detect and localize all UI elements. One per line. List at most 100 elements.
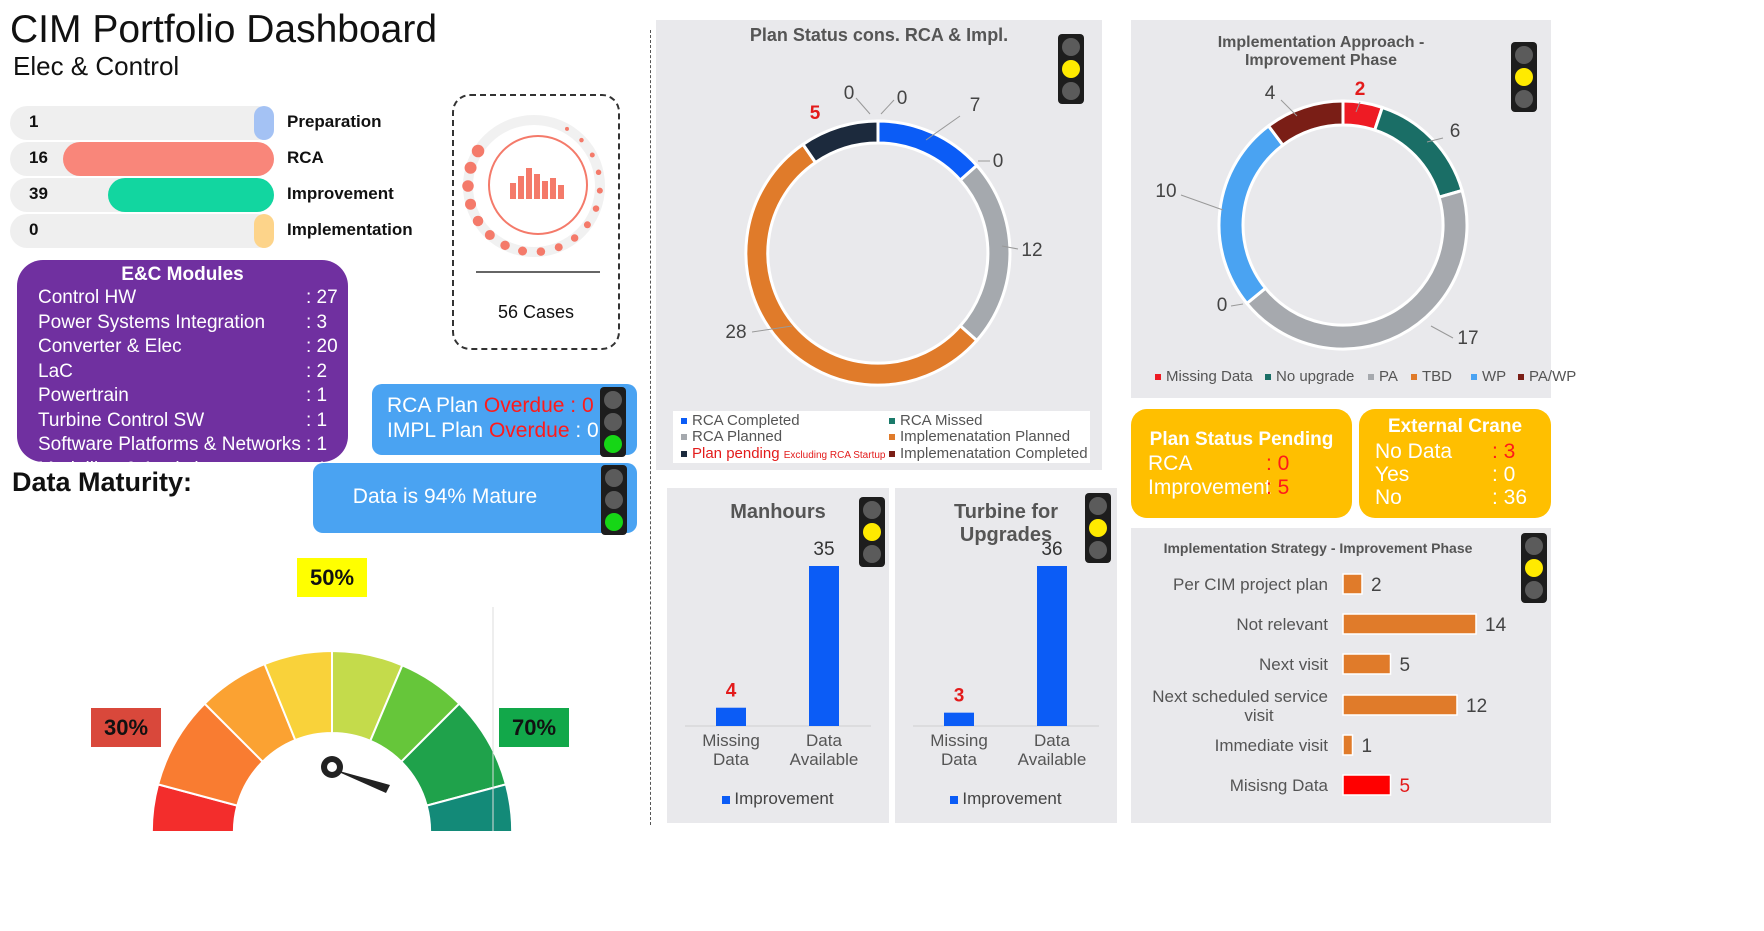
divider — [650, 30, 651, 825]
legend-item: Implemenatation Planned — [889, 428, 1070, 445]
donut-value-label: 28 — [725, 322, 746, 343]
stage-count: 39 — [29, 184, 48, 203]
module-name: LaC — [38, 360, 73, 382]
legend-item: RCA Missed — [889, 412, 983, 429]
rca-overdue-label: RCA Plan — [387, 394, 479, 417]
donut-slice — [744, 142, 979, 387]
crane-yes-label: Yes — [1375, 463, 1410, 486]
bar-value-label: 5 — [1400, 776, 1411, 797]
category-label: Next visit — [1259, 655, 1328, 674]
stage-bar-fill — [63, 142, 274, 176]
gauge-label-30-text: 30% — [103, 714, 149, 740]
donut-value-label: 4 — [1265, 83, 1276, 104]
approach-panel: Implementation Approach - Improvement Ph… — [1131, 20, 1576, 398]
donut-value-label: 0 — [993, 151, 1004, 172]
turbine-panel: Turbine for Upgrades 3 Missing Data 36 Data A… — [895, 488, 1117, 823]
ring-dot — [596, 187, 603, 194]
leader-line — [1180, 194, 1224, 211]
category-label: Missing — [930, 731, 988, 750]
data-maturity-title: Data Maturity: — [12, 467, 193, 497]
strategy-panel: Implementation Strategy - Improvement Ph… — [1131, 528, 1551, 823]
ring-dot — [554, 243, 563, 252]
donut-slice — [1244, 188, 1469, 351]
crane-no-value: : 36 — [1492, 486, 1528, 509]
donut-slice — [958, 163, 1012, 343]
module-row: Control HW: 27 — [38, 286, 348, 311]
donut-value-label: 0 — [897, 88, 908, 109]
bar-value-label: 3 — [954, 686, 965, 707]
bar — [1037, 566, 1067, 726]
plan-status-panel: Plan Status cons. RCA & Impl. 7 0 12 28 5 0 0 … — [656, 20, 1102, 470]
leader-line — [1430, 325, 1454, 339]
stage-bar-fill — [254, 214, 274, 248]
legend-item: No upgrade — [1265, 368, 1354, 385]
gauge-label-50-text: 50% — [309, 564, 355, 590]
module-name: Software Platforms & Networks — [38, 434, 301, 455]
legend-label: RCA Planned — [692, 428, 783, 445]
ring-dot — [484, 230, 495, 241]
modules-title: E&C Modules — [121, 264, 244, 285]
module-name: Turbine Control SW — [38, 409, 205, 431]
legend-item: Missing Data — [1155, 368, 1253, 385]
legend-item: RCA Planned — [681, 428, 782, 445]
bar-value-label: 12 — [1466, 696, 1487, 717]
donut-value-label: 7 — [970, 95, 981, 116]
impl-overdue-row: IMPL Plan Overdue : 0 — [387, 419, 599, 443]
ring-dot — [518, 246, 528, 256]
legend-note: Excluding RCA Startup — [783, 450, 886, 461]
crane-title: External Crane — [1387, 416, 1523, 437]
donut-slice — [876, 119, 979, 183]
plan-pending-card: Plan Status Pending RCA : 0 Improvement … — [1131, 409, 1352, 518]
bar — [716, 707, 746, 726]
module-row: Software Platforms & Networks: 1 — [38, 433, 348, 458]
category-label: Misisng Data — [1230, 776, 1329, 795]
turbine-legend: Improvement — [895, 789, 1117, 809]
module-row: Converter & Elec : 20 — [38, 335, 348, 360]
pending-improvement-label: Improvement — [1148, 476, 1271, 499]
module-name: Power Systems Integration — [38, 311, 266, 333]
bar — [809, 566, 839, 726]
module-name: Powertrain — [38, 385, 129, 406]
rca-overdue-word: Overdue — [483, 394, 565, 417]
donut-slice — [1266, 99, 1345, 148]
leader-line — [1230, 303, 1244, 307]
traffic-light-icon — [600, 387, 626, 457]
turbine-chart: 3MissingData36DataAvailable — [913, 539, 1099, 769]
legend-label: PA — [1379, 368, 1398, 385]
gauge-label-30: 30% — [91, 708, 161, 747]
donut-value-label: 2 — [1355, 79, 1366, 100]
manhours-legend-label: Improvement — [734, 789, 834, 808]
bar — [1342, 613, 1477, 635]
bar-value-label: 35 — [813, 539, 834, 560]
cases-card: 56 Cases — [452, 94, 620, 350]
category-label: Not relevant — [1236, 615, 1328, 634]
legend-label: Missing Data — [1166, 368, 1253, 385]
module-row: Power Systems Integration : 3 — [38, 311, 348, 336]
crane-no-label: No — [1375, 486, 1402, 509]
category-label: Data — [713, 750, 749, 769]
module-count: : 20 — [306, 336, 338, 357]
category-label: Immediate visit — [1215, 736, 1329, 755]
bar-value-label: 14 — [1485, 615, 1507, 636]
cases-chart-icon — [462, 115, 605, 273]
legend-label: No upgrade — [1276, 368, 1355, 385]
bar-value-label: 5 — [1400, 655, 1411, 676]
donut-value-label: 6 — [1450, 121, 1461, 142]
crane-nodata-label: No Data — [1375, 440, 1453, 463]
module-count: : 1 — [306, 385, 328, 406]
gauge-needle-icon — [321, 756, 390, 793]
module-name: Converter & Elec — [38, 336, 182, 357]
ring-dot — [589, 152, 595, 158]
category-label: Available — [1018, 750, 1087, 769]
module-count: : 3 — [306, 311, 328, 333]
stage-label: Improvement — [287, 184, 394, 203]
bar — [1342, 573, 1363, 595]
leader-line — [855, 97, 871, 115]
module-count: : 27 — [306, 287, 338, 308]
manhours-chart: 4MissingData35DataAvailable — [685, 539, 871, 769]
module-row: LaC: 2 — [38, 360, 348, 385]
modules-list: Control HW: 27 Power Systems Integration:… — [38, 286, 348, 482]
ring-dot — [472, 215, 484, 227]
legend-label: TBD — [1422, 368, 1452, 385]
ring-dot — [592, 205, 600, 212]
